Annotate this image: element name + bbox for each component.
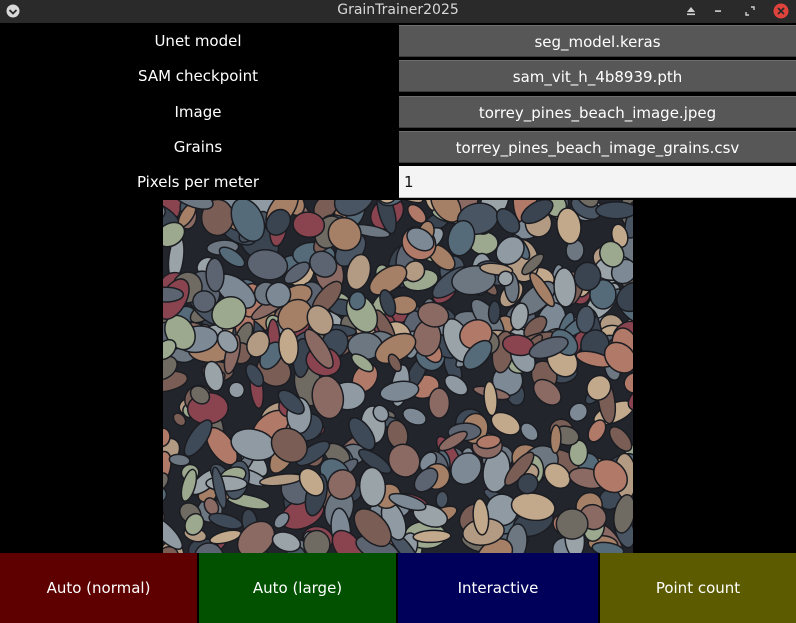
keep-above-icon[interactable] <box>683 3 699 19</box>
unet-model-label: Unet model <box>154 32 242 50</box>
grain-image[interactable] <box>163 200 633 553</box>
minimize-icon[interactable] <box>710 3 726 19</box>
window-title: GrainTrainer2025 <box>337 2 459 18</box>
maximize-icon[interactable] <box>742 3 758 19</box>
image-button[interactable]: torrey_pines_beach_image.jpeg <box>399 96 796 128</box>
pixels-per-meter-input[interactable]: 1 <box>399 166 796 198</box>
grains-row: Grains torrey_pines_beach_image_grains.c… <box>0 131 796 163</box>
title-bar: GrainTrainer2025 <box>0 0 796 23</box>
pebble-photo <box>163 200 633 553</box>
unet-model-button[interactable]: seg_model.keras <box>399 25 796 57</box>
pixels-per-meter-row: Pixels per meter 1 <box>0 166 796 198</box>
unet-model-row: Unet model seg_model.keras <box>0 25 796 57</box>
auto-large-button[interactable]: Auto (large) <box>199 553 396 623</box>
auto-normal-button[interactable]: Auto (normal) <box>0 553 197 623</box>
sam-checkpoint-button[interactable]: sam_vit_h_4b8939.pth <box>399 60 796 92</box>
sam-checkpoint-label: SAM checkpoint <box>138 67 258 85</box>
image-row: Image torrey_pines_beach_image.jpeg <box>0 96 796 128</box>
grains-label: Grains <box>173 138 223 156</box>
image-label: Image <box>174 103 222 121</box>
close-icon[interactable] <box>773 3 789 19</box>
action-bar: Auto (normal) Auto (large) Interactive P… <box>0 553 796 623</box>
pixels-per-meter-label: Pixels per meter <box>136 173 260 191</box>
point-count-button[interactable]: Point count <box>600 553 796 623</box>
grains-button[interactable]: torrey_pines_beach_image_grains.csv <box>399 131 796 163</box>
sam-checkpoint-row: SAM checkpoint sam_vit_h_4b8939.pth <box>0 60 796 92</box>
interactive-button[interactable]: Interactive <box>398 553 598 623</box>
